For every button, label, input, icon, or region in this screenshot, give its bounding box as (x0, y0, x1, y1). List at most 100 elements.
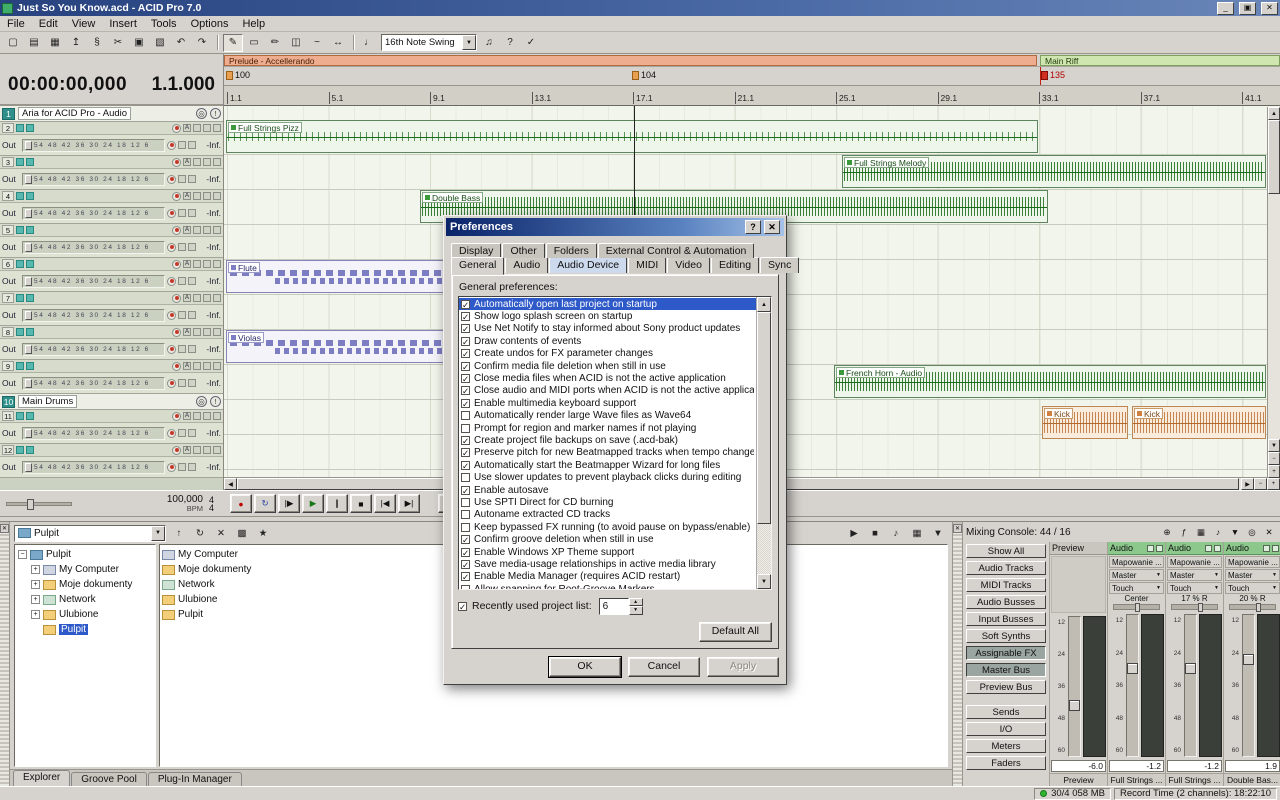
preference-option[interactable]: ✓Confirm media file deletion when still … (459, 360, 756, 372)
fx-icon[interactable] (188, 379, 196, 387)
volume-fader[interactable]: 54 48 42 36 30 24 18 12 6 (22, 241, 165, 254)
preference-option[interactable]: ✓Create undos for FX parameter changes (459, 348, 756, 360)
record-arm-icon[interactable] (172, 412, 181, 421)
mute-icon[interactable] (178, 209, 186, 217)
menu-options[interactable]: Options (184, 17, 236, 31)
list-scrollbar[interactable]: ▲ ▼ (756, 297, 771, 589)
automation-icon[interactable]: A (183, 260, 191, 268)
tab-display[interactable]: Display (451, 243, 501, 258)
mixer-view-audio-busses[interactable]: Audio Busses (966, 595, 1046, 609)
mixer-section-sends[interactable]: Sends (966, 705, 1046, 719)
volume-fader[interactable]: 54 48 42 36 30 24 18 12 6 (22, 461, 165, 474)
timeline-clip[interactable]: French Horn - Audio (834, 365, 1266, 398)
close-icon[interactable]: ✕ (953, 524, 962, 533)
groove-erase-tool-icon[interactable]: ♫ (479, 34, 499, 52)
dock-grip[interactable]: ✕ (953, 522, 963, 786)
mute-icon[interactable] (178, 311, 186, 319)
go-to-start-button[interactable]: |◀ (374, 494, 396, 513)
fader-thumb[interactable] (25, 209, 32, 218)
bus-out-row[interactable]: Out54 48 42 36 30 24 18 12 6-Inf. (0, 423, 223, 444)
menu-view[interactable]: View (65, 17, 103, 31)
mixer-view-preview-bus[interactable]: Preview Bus (966, 680, 1046, 694)
track-row-minimized[interactable]: 6A (0, 258, 223, 271)
track-header[interactable]: 10Main Drums◎! (0, 394, 223, 410)
zoom-out-time-icon[interactable]: − (1254, 478, 1267, 490)
record-arm-icon[interactable] (167, 243, 176, 252)
scroll-right-icon[interactable]: ▶ (1241, 478, 1254, 490)
fx-icon[interactable] (188, 175, 196, 183)
preference-option[interactable]: Prompt for region and marker names if no… (459, 422, 756, 434)
solo-icon[interactable] (203, 294, 211, 302)
timeline-vertical-scrollbar[interactable]: ▲ ▼ − + (1267, 107, 1280, 478)
checkbox-unchecked[interactable] (461, 510, 470, 519)
channel-fader[interactable] (1126, 614, 1139, 757)
mixer-view-input-busses[interactable]: Input Busses (966, 612, 1046, 626)
cancel-button[interactable]: Cancel (628, 657, 700, 677)
record-arm-icon[interactable] (167, 429, 176, 438)
fx-icon[interactable] (213, 260, 221, 268)
preference-option[interactable]: ✓Enable Windows XP Theme support (459, 546, 756, 558)
checkbox-checked[interactable]: ✓ (461, 362, 470, 371)
ok-button[interactable]: OK (549, 657, 621, 677)
track-header[interactable]: 1Aria for ACID Pro - Audio◎! (0, 106, 223, 122)
menu-help[interactable]: Help (235, 17, 272, 31)
track-row-minimized[interactable]: 7A (0, 292, 223, 305)
solo-icon[interactable] (203, 260, 211, 268)
mute-icon[interactable] (193, 124, 201, 132)
mute-icon[interactable] (193, 446, 201, 454)
preference-option[interactable]: ✓Enable autosave (459, 484, 756, 496)
solo-icon[interactable]: ! (210, 108, 221, 119)
dock-grip[interactable]: ✕ (0, 522, 10, 786)
mixer-section-faders[interactable]: Faders (966, 756, 1046, 770)
output-device-select[interactable]: Mapowanie ...▼ (1167, 556, 1222, 568)
checkbox-checked[interactable]: ✓ (461, 386, 470, 395)
insert-soft-synth-icon[interactable]: ♪ (1210, 525, 1226, 540)
automation-mode-select[interactable]: Touch▼ (1109, 582, 1164, 594)
apply-button[interactable]: Apply (707, 657, 779, 677)
checkbox-checked[interactable]: ✓ (461, 312, 470, 321)
timeline-clip[interactable]: Kick (1042, 406, 1128, 439)
automation-mode-select[interactable]: Touch▼ (1225, 582, 1280, 594)
fx-icon[interactable] (188, 209, 196, 217)
copy-icon[interactable]: ▣ (129, 34, 149, 52)
draw-tool-icon[interactable]: ✎ (223, 34, 243, 52)
fx-icon[interactable] (188, 277, 196, 285)
time-signature-bottom[interactable]: 4 (209, 504, 214, 512)
channel-icon[interactable] (1263, 545, 1270, 552)
insert-audio-bus-icon[interactable]: ⊕ (1159, 525, 1175, 540)
output-device-select[interactable]: Mapowanie ...▼ (1225, 556, 1280, 568)
groove-select[interactable]: 16th Note Swing ▼ (381, 34, 477, 51)
views-dropdown-icon[interactable]: ▼ (928, 524, 948, 542)
automation-mode-select[interactable]: Touch▼ (1167, 582, 1222, 594)
tree-item[interactable]: +Ulubione (17, 607, 153, 622)
preference-option[interactable]: ✓Create project file backups on save (.a… (459, 434, 756, 446)
solo-icon[interactable] (203, 124, 211, 132)
track-row-minimized[interactable]: 12A (0, 444, 223, 457)
fx-icon[interactable] (213, 158, 221, 166)
stop-preview-icon[interactable]: ■ (865, 524, 885, 542)
volume-fader[interactable]: 54 48 42 36 30 24 18 12 6 (22, 427, 165, 440)
mixer-section-meters[interactable]: Meters (966, 739, 1046, 753)
record-arm-icon[interactable] (167, 345, 176, 354)
record-arm-icon[interactable] (167, 277, 176, 286)
mute-icon[interactable] (178, 243, 186, 251)
preference-option[interactable]: ✓Preserve pitch for new Beatmapped track… (459, 447, 756, 459)
close-icon[interactable]: ✕ (0, 524, 9, 533)
refresh-icon[interactable]: ↻ (190, 524, 210, 542)
dim-output-icon[interactable]: ◎ (1244, 525, 1260, 540)
paint-tool-icon[interactable]: ✏ (265, 34, 285, 52)
mute-icon[interactable] (193, 294, 201, 302)
bus-out-row[interactable]: Out54 48 42 36 30 24 18 12 6-Inf. (0, 457, 223, 478)
time-display[interactable]: 00:00:00,000 1.1.000 (0, 54, 223, 106)
solo-icon[interactable] (203, 158, 211, 166)
mute-icon[interactable] (178, 141, 186, 149)
close-icon[interactable]: ✕ (1261, 525, 1277, 540)
fx-icon[interactable] (213, 124, 221, 132)
explorer-tree[interactable]: −Pulpit+My Computer+Moje dokumenty+Netwo… (14, 544, 156, 767)
stop-button[interactable]: ■ (350, 494, 372, 513)
timeline-clip[interactable]: Full Strings Pizz (226, 120, 1038, 153)
recently-used-value[interactable]: 6 (599, 598, 629, 615)
default-all-button[interactable]: Default All (699, 622, 772, 642)
checkbox-checked[interactable]: ✓ (461, 448, 470, 457)
beat-ruler[interactable]: 1.15.19.113.117.121.125.129.133.137.141.… (224, 86, 1280, 106)
